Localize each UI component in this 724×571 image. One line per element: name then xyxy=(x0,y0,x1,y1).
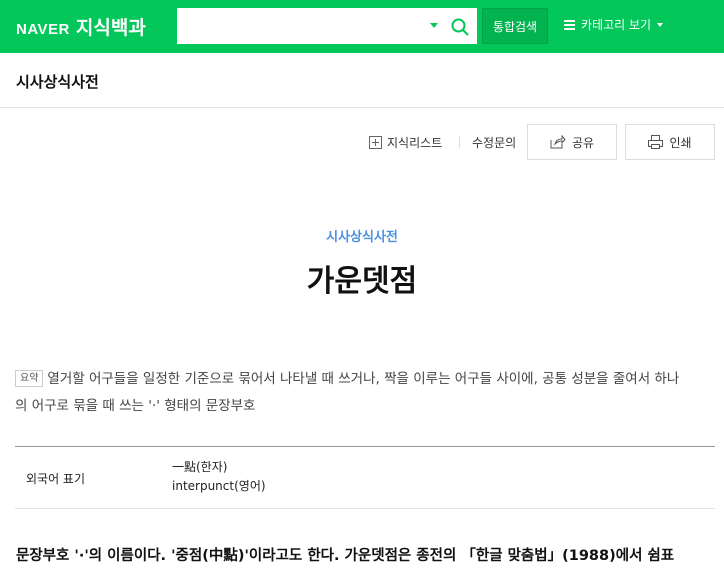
service-name[interactable]: 지식백과 xyxy=(76,13,146,40)
search-icon[interactable] xyxy=(450,17,470,37)
print-label: 인쇄 xyxy=(669,135,692,150)
top-bar: NAVER 지식백과 통합검색 카테고리 보기 xyxy=(0,0,724,53)
divider xyxy=(459,136,460,148)
info-label-foreign-notation: 외국어 표기 xyxy=(26,472,86,486)
summary-text-line1: 열거할 어구들을 일정한 기준으로 묶어서 나타낼 때 쓰거나, 짝을 이루는 … xyxy=(47,371,680,387)
dropdown-caret-icon[interactable] xyxy=(430,23,438,28)
print-icon xyxy=(648,135,664,149)
search-input[interactable] xyxy=(186,15,416,39)
category-view-button[interactable]: 카테고리 보기 xyxy=(564,16,664,33)
summary-text-line2: 의 어구로 묶을 때 쓰는 '·' 형태의 문장부호 xyxy=(15,398,256,414)
info-table: 외국어 표기 一點(한자) interpunct(영어) xyxy=(15,446,715,509)
knowledge-list-label: 지식리스트 xyxy=(387,136,443,150)
summary-badge: 요약 xyxy=(15,370,44,387)
share-button[interactable]: 공유 xyxy=(527,124,617,160)
print-button[interactable]: 인쇄 xyxy=(625,124,715,160)
info-values: 一點(한자) interpunct(영어) xyxy=(172,458,266,496)
article-body-text: 문장부호 '·'의 이름이다. '중점(中點)'이라고도 한다. 가운뎃점은 종… xyxy=(16,548,675,564)
share-icon xyxy=(550,135,566,149)
info-value-hanja: 一點(한자) xyxy=(172,460,228,474)
info-value-english: interpunct(영어) xyxy=(172,479,266,493)
chevron-down-icon xyxy=(657,22,664,27)
search-box xyxy=(177,8,477,44)
edit-request-button[interactable]: 수정문의 xyxy=(472,134,516,151)
total-search-button[interactable]: 통합검색 xyxy=(482,8,548,44)
plus-box-icon xyxy=(369,136,382,149)
dictionary-title[interactable]: 시사상식사전 xyxy=(16,71,99,92)
share-label: 공유 xyxy=(571,135,595,150)
list-icon xyxy=(564,19,575,30)
brand-logo[interactable]: NAVER xyxy=(16,21,70,38)
article-actions: 지식리스트 수정문의 공유 인쇄 xyxy=(0,124,724,160)
summary: 요약 열거할 어구들을 일정한 기준으로 묶어서 나타낼 때 쓰거나, 짝을 이루… xyxy=(15,366,715,420)
page-title: 가운뎃점 xyxy=(306,264,418,299)
knowledge-list-button[interactable]: 지식리스트 xyxy=(369,134,442,151)
article-category[interactable]: 시사상식사전 xyxy=(0,226,724,245)
edit-request-label: 수정문의 xyxy=(472,136,517,150)
dictionary-header: 시사상식사전 xyxy=(0,53,724,108)
logo[interactable]: NAVER 지식백과 xyxy=(16,13,146,40)
category-view-label: 카테고리 보기 xyxy=(581,18,652,32)
